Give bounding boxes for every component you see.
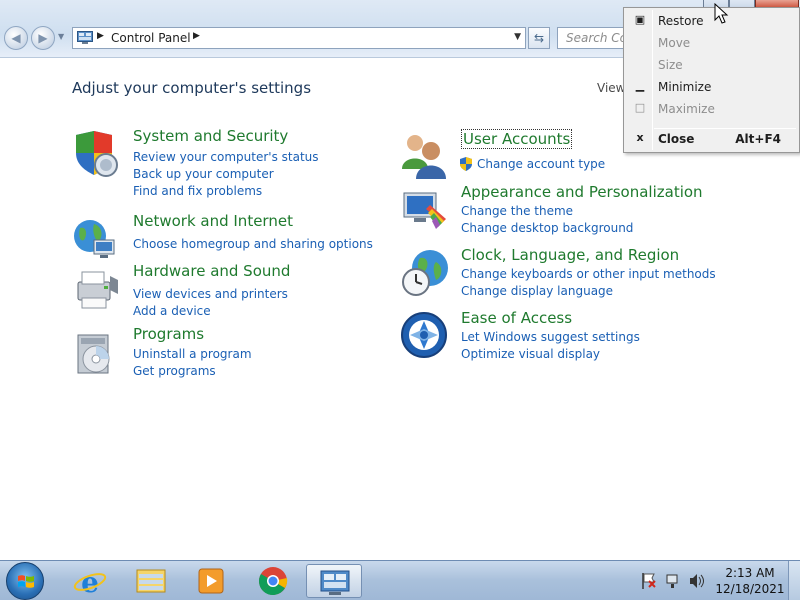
clock-globe-icon [402,250,448,296]
start-button[interactable] [6,562,44,600]
mouse-cursor-icon [714,3,729,24]
link-change-account-type[interactable]: Change account type [477,157,605,171]
view-by-label: View [597,81,626,95]
users-icon [402,135,446,179]
control-panel-icon [77,31,93,44]
category-title[interactable]: System and Security [133,127,288,145]
system-clock[interactable]: 2:13 AM 12/18/2021 [712,565,788,597]
category-title[interactable]: Hardware and Sound [133,262,290,280]
show-desktop-button[interactable] [788,561,800,600]
breadcrumb-separator-icon[interactable]: ▶ [97,31,104,41]
menu-item-maximize: □ Maximize [634,101,715,117]
monitor-paint-icon [403,192,446,229]
forward-arrow-icon: ▶ [38,31,48,45]
maximize-icon: □ [634,101,646,114]
notification-area [640,571,710,591]
menu-item-size: Size [658,58,683,72]
svg-text:e: e [81,566,99,598]
refresh-icon: ⇆ [533,31,545,45]
taskbar-internet-explorer[interactable]: e [62,564,118,599]
link-homegroup[interactable]: Choose homegroup and sharing options [133,237,373,251]
link-uninstall[interactable]: Uninstall a program [133,347,252,361]
recent-pages-dropdown[interactable]: ▼ [58,32,64,41]
control-panel-icon [320,570,350,595]
menu-item-close[interactable]: x Close Alt+F4 [626,128,797,150]
menu-item-move: Move [658,36,691,50]
network-globe-icon [74,220,115,258]
menu-item-restore[interactable]: ▣ Restore [626,10,797,32]
taskbar: e 2:13 AM 12/18/2021 [0,560,800,600]
category-title[interactable]: Programs [133,325,204,343]
link-get-programs[interactable]: Get programs [133,364,216,378]
address-bar[interactable]: ▶ Control Panel ▶ ▼ [72,27,526,49]
internet-explorer-icon: e [73,566,107,599]
programs-disc-icon [77,334,110,374]
link-find-fix[interactable]: Find and fix problems [133,184,262,198]
link-optimize-display[interactable]: Optimize visual display [461,347,600,361]
link-display-language[interactable]: Change display language [461,284,613,298]
link-keyboards[interactable]: Change keyboards or other input methods [461,267,716,281]
uac-shield-icon [459,157,473,171]
action-center-flag-icon[interactable] [640,571,710,591]
taskbar-control-panel[interactable] [306,564,362,598]
category-title[interactable]: User Accounts [461,129,573,149]
window-system-menu: ▣ Restore Move Size ▁ Minimize □ Maximiz… [623,7,800,153]
category-title[interactable]: Appearance and Personalization [461,183,703,201]
back-arrow-icon: ◀ [11,31,21,45]
link-devices-printers[interactable]: View devices and printers [133,287,288,301]
breadcrumb-separator-icon[interactable]: ▶ [193,31,200,41]
file-explorer-icon [136,569,166,593]
taskbar-file-explorer[interactable] [123,564,179,598]
link-backup[interactable]: Back up your computer [133,167,274,181]
link-change-theme[interactable]: Change the theme [461,204,573,218]
close-icon: x [636,131,644,144]
ease-of-access-icon [401,312,447,358]
menu-item-minimize[interactable]: ▁ Minimize [626,76,797,98]
page-title: Adjust your computer's settings [72,79,312,97]
category-title[interactable]: Ease of Access [461,309,572,327]
address-dropdown-icon[interactable]: ▼ [514,32,521,42]
minimize-icon: ▁ [635,79,645,92]
link-windows-suggest[interactable]: Let Windows suggest settings [461,330,640,344]
refresh-button[interactable]: ⇆ [528,27,550,49]
category-title[interactable]: Clock, Language, and Region [461,246,679,264]
link-add-device[interactable]: Add a device [133,304,211,318]
clock-time: 2:13 AM [725,566,775,580]
shield-icon [76,131,118,177]
windows-logo-icon [18,575,34,588]
printer-icon [77,271,118,309]
link-review-status[interactable]: Review your computer's status [133,150,319,164]
link-desktop-background[interactable]: Change desktop background [461,221,633,235]
back-button[interactable]: ◀ [4,26,28,50]
media-player-icon [198,568,224,594]
category-title[interactable]: Network and Internet [133,212,293,230]
restore-icon: ▣ [634,13,646,26]
taskbar-media-player[interactable] [183,564,239,598]
chrome-icon [259,567,288,596]
taskbar-chrome[interactable] [245,564,301,598]
clock-date: 12/18/2021 [715,582,785,596]
breadcrumb-control-panel[interactable]: Control Panel [111,31,191,45]
forward-button[interactable]: ▶ [31,26,55,50]
